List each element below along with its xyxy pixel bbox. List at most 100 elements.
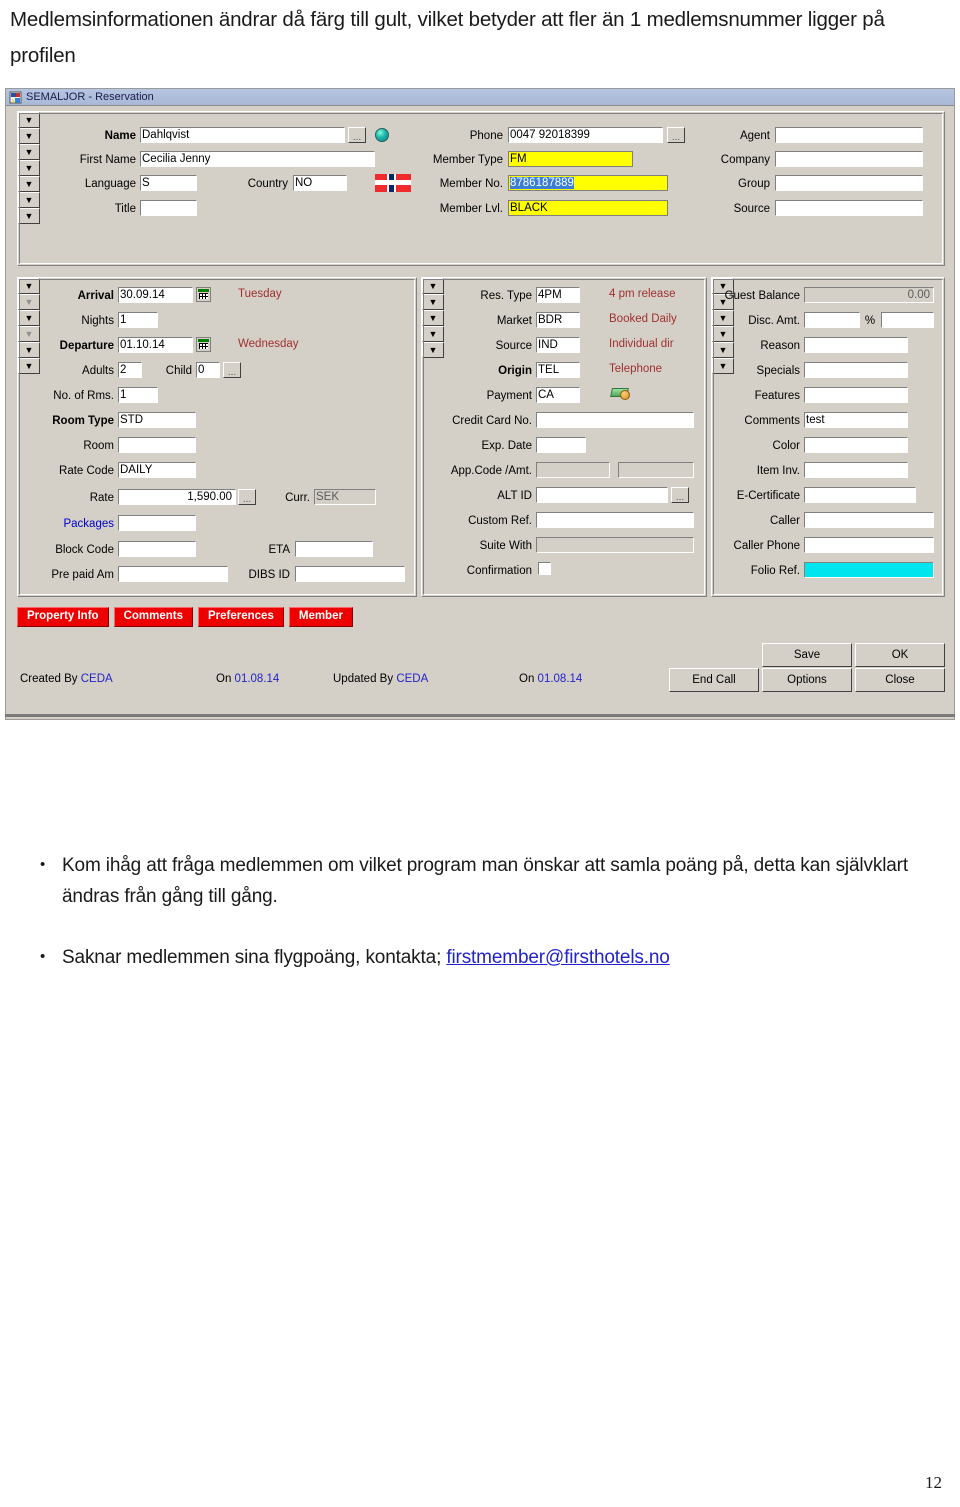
label-child: Child	[165, 365, 192, 377]
alt-id-input[interactable]	[535, 486, 669, 504]
disc-amt-input[interactable]	[803, 311, 861, 329]
rate-input[interactable]: 1,590.00	[117, 488, 237, 506]
page-number: 12	[925, 1473, 942, 1492]
source-input[interactable]	[774, 199, 924, 217]
market-input[interactable]: BDR	[535, 311, 581, 329]
tab-preferences[interactable]: Preferences	[198, 607, 284, 627]
reason-input[interactable]	[803, 336, 909, 354]
updated-by-label: Updated By	[333, 673, 394, 685]
label-exp-date: Exp. Date	[481, 440, 533, 452]
no-of-rms-input[interactable]: 1	[117, 386, 159, 404]
window-title: SEMALJOR - Reservation	[26, 91, 154, 103]
item-inv-input[interactable]	[803, 461, 909, 479]
tab-comments[interactable]: Comments	[113, 607, 193, 627]
payment-input[interactable]: CA	[535, 386, 581, 404]
departure-calendar-icon[interactable]	[196, 337, 211, 352]
curr-input[interactable]: SEK	[313, 488, 377, 506]
caller-input[interactable]	[803, 511, 935, 529]
packages-link[interactable]: Packages	[20, 516, 114, 532]
room-type-input[interactable]: STD	[117, 411, 197, 429]
bullet-marker: •	[40, 948, 46, 965]
email-link[interactable]: firstmember@firsthotels.no	[446, 947, 670, 968]
ok-button[interactable]: OK	[855, 643, 945, 667]
bullet-text-2: Saknar medlemmen sina flygpoäng, kontakt…	[62, 942, 670, 973]
pre-paid-am-input[interactable]	[117, 565, 229, 583]
booking-source-input[interactable]: IND	[535, 336, 581, 354]
label-member-lvl: Member Lvl.	[439, 203, 503, 215]
caller-phone-input[interactable]	[803, 536, 935, 554]
created-by-group: Created By CEDA	[20, 673, 113, 685]
app-window-icon	[9, 91, 22, 104]
departure-input[interactable]: 01.10.14	[117, 336, 194, 354]
arrival-calendar-icon[interactable]	[196, 287, 211, 302]
label-company: Company	[720, 154, 770, 166]
label-credit-card-no: Credit Card No.	[452, 415, 532, 427]
rate-lookup-button[interactable]: ...	[238, 489, 256, 505]
credit-card-no-input[interactable]	[535, 411, 695, 429]
first-name-input[interactable]: Cecilia Jenny	[139, 150, 376, 168]
color-input[interactable]	[803, 436, 909, 454]
folio-ref-input[interactable]	[803, 561, 935, 579]
label-rate: Rate	[89, 492, 114, 504]
app-amt-input[interactable]	[617, 461, 695, 479]
label-app-code-amt: App.Code /Amt.	[450, 465, 532, 477]
label-title: Title	[114, 203, 136, 215]
arrival-input[interactable]: 30.09.14	[117, 286, 194, 304]
features-input[interactable]	[803, 386, 909, 404]
comments-input[interactable]: test	[803, 411, 909, 429]
tab-member[interactable]: Member	[288, 607, 353, 627]
suite-with-input[interactable]	[535, 536, 695, 554]
block-code-input[interactable]	[117, 540, 197, 558]
alt-id-lookup-button[interactable]: ...	[671, 487, 689, 503]
globe-icon[interactable]	[375, 128, 389, 142]
dibs-id-input[interactable]	[294, 565, 406, 583]
label-color: Color	[772, 440, 800, 452]
room-input[interactable]	[117, 436, 197, 454]
ok-button-label: OK	[891, 649, 909, 661]
e-certificate-input[interactable]	[803, 486, 917, 504]
group-input[interactable]	[774, 174, 924, 192]
child-lookup-button[interactable]: ...	[223, 362, 241, 378]
extras-panel: Guest Balance 0.00 Disc. Amt. % Reason ▼…	[711, 277, 945, 597]
language-input[interactable]: S	[139, 174, 198, 192]
exp-date-input[interactable]	[535, 436, 587, 454]
booking-panel: Res. Type 4PM ▼ 4 pm release Market BDR …	[421, 277, 707, 597]
app-code-input[interactable]	[535, 461, 611, 479]
child-input[interactable]: 0	[195, 361, 221, 379]
close-button[interactable]: Close	[855, 668, 945, 692]
name-lookup-button[interactable]: ...	[348, 127, 366, 143]
specials-input[interactable]	[803, 361, 909, 379]
label-disc-percent: %	[864, 315, 876, 327]
end-call-button[interactable]: End Call	[669, 668, 759, 692]
eta-input[interactable]	[294, 540, 374, 558]
phone-lookup-button[interactable]: ...	[667, 127, 685, 143]
label-nights: Nights	[81, 315, 114, 327]
label-name: Name	[104, 130, 136, 142]
rate-code-input[interactable]: DAILY	[117, 461, 197, 479]
save-button[interactable]: Save	[762, 643, 852, 667]
member-no-input[interactable]: 8786187889	[507, 174, 669, 192]
tab-property-info[interactable]: Property Info	[17, 607, 109, 627]
member-lvl-input[interactable]: BLACK	[507, 199, 669, 217]
origin-input[interactable]: TEL	[535, 361, 581, 379]
name-input[interactable]: Dahlqvist	[139, 126, 346, 144]
packages-input[interactable]	[117, 514, 197, 532]
disc-percent-input[interactable]	[880, 311, 935, 329]
nights-input[interactable]: 1	[117, 311, 159, 329]
confirmation-checkbox[interactable]	[538, 562, 551, 575]
res-type-input[interactable]: 4PM	[535, 286, 581, 304]
company-input[interactable]	[774, 150, 924, 168]
phone-input[interactable]: 0047 92018399	[507, 126, 664, 144]
agent-input[interactable]	[774, 126, 924, 144]
label-country: Country	[247, 178, 288, 190]
country-input[interactable]: NO	[292, 174, 348, 192]
options-button[interactable]: Options	[762, 668, 852, 692]
custom-ref-input[interactable]	[535, 511, 695, 529]
market-description: Booked Daily	[609, 313, 677, 325]
title-input[interactable]	[139, 199, 198, 217]
created-on-label: On	[216, 673, 232, 685]
label-payment: Payment	[486, 390, 532, 402]
member-type-input[interactable]: FM	[507, 150, 634, 168]
booking-source-description: Individual dir	[609, 338, 674, 350]
adults-input[interactable]: 2	[117, 361, 143, 379]
